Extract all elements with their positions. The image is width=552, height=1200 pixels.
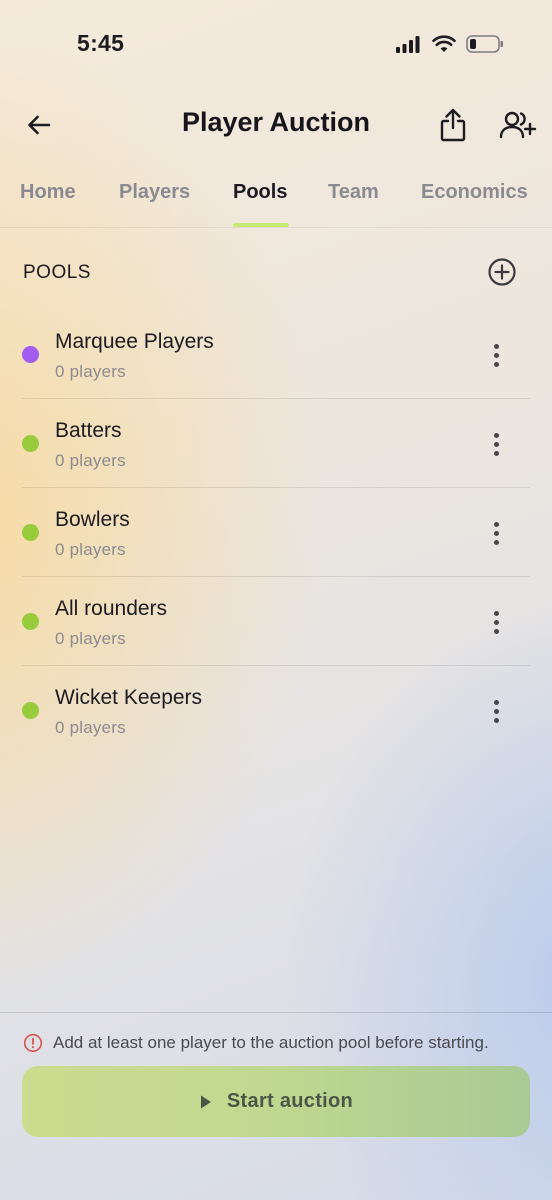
pool-color-dot (22, 524, 39, 541)
pool-name: All rounders (55, 597, 168, 620)
pool-player-count: 0 players (55, 362, 126, 381)
notice-text: Add at least one player to the auction p… (53, 1033, 489, 1052)
tab-economics[interactable]: Economics (421, 181, 528, 204)
play-icon (200, 1095, 211, 1108)
pool-item-marquee-players[interactable]: Marquee Players 0 players (22, 310, 530, 399)
tab-team[interactable]: Team (328, 181, 379, 204)
section-title: POOLS (23, 262, 91, 283)
start-auction-label: Start auction (226, 1090, 354, 1112)
start-auction-button[interactable]: Start auction (22, 1066, 530, 1137)
pool-color-dot (22, 702, 39, 719)
share-button[interactable] (436, 106, 470, 144)
footer: Add at least one player to the auction p… (0, 1012, 552, 1200)
pool-name: Bowlers (55, 508, 130, 531)
alert-circle-icon (23, 1033, 43, 1053)
more-options-icon[interactable] (484, 518, 508, 548)
pool-name: Wicket Keepers (55, 686, 203, 709)
wifi-icon (432, 35, 456, 58)
tab-bar: Home Players Pools Team Economics (0, 168, 552, 228)
add-user-icon (499, 111, 537, 139)
tab-pools[interactable]: Pools (233, 181, 287, 204)
pool-name: Batters (55, 419, 122, 442)
more-options-icon[interactable] (484, 429, 508, 459)
more-options-icon[interactable] (484, 340, 508, 370)
pool-player-count: 0 players (55, 451, 126, 470)
pool-item-all-rounders[interactable]: All rounders 0 players (22, 577, 530, 666)
tab-players[interactable]: Players (119, 181, 190, 204)
more-options-icon[interactable] (484, 696, 508, 726)
app-header: Player Auction (0, 96, 552, 152)
pool-color-dot (22, 613, 39, 630)
pool-player-count: 0 players (55, 629, 126, 648)
share-icon (440, 108, 466, 142)
status-icons (396, 34, 504, 59)
pool-name: Marquee Players (55, 330, 214, 353)
pool-list: Marquee Players 0 players Batters 0 play… (22, 310, 530, 755)
pool-item-batters[interactable]: Batters 0 players (22, 399, 530, 488)
more-options-icon[interactable] (484, 607, 508, 637)
battery-icon (466, 34, 504, 59)
warning-notice: Add at least one player to the auction p… (23, 1033, 489, 1053)
add-user-button[interactable] (498, 106, 538, 144)
add-pool-button[interactable] (486, 256, 518, 288)
status-time: 5:45 (77, 30, 125, 56)
pool-player-count: 0 players (55, 718, 126, 737)
tab-home[interactable]: Home (20, 181, 76, 204)
pool-item-wicket-keepers[interactable]: Wicket Keepers 0 players (22, 666, 530, 755)
active-tab-indicator (233, 223, 289, 227)
cellular-signal-icon (396, 35, 422, 58)
pool-player-count: 0 players (55, 540, 126, 559)
pool-color-dot (22, 435, 39, 452)
status-bar: 5:45 (0, 0, 552, 90)
pool-item-bowlers[interactable]: Bowlers 0 players (22, 488, 530, 577)
pool-color-dot (22, 346, 39, 363)
plus-circle-icon (488, 258, 516, 286)
